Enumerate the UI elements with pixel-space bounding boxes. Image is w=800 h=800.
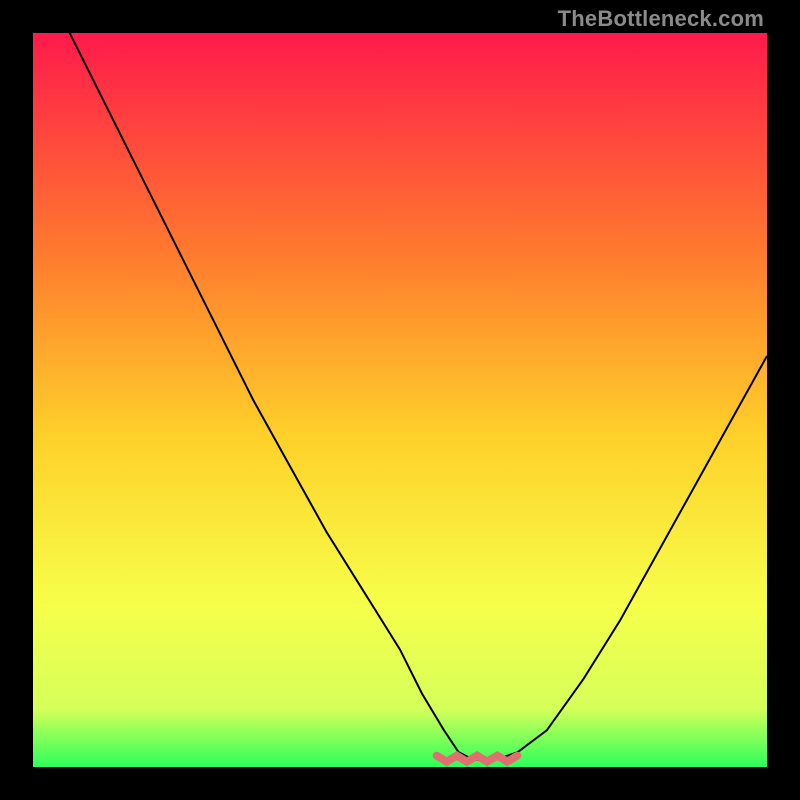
plot-area [33, 33, 767, 767]
chart-frame: TheBottleneck.com [0, 0, 800, 800]
curve-layer [33, 33, 767, 767]
bottleneck-curve [70, 33, 767, 760]
watermark-text: TheBottleneck.com [558, 6, 764, 32]
optimal-zone-marker [437, 756, 518, 762]
